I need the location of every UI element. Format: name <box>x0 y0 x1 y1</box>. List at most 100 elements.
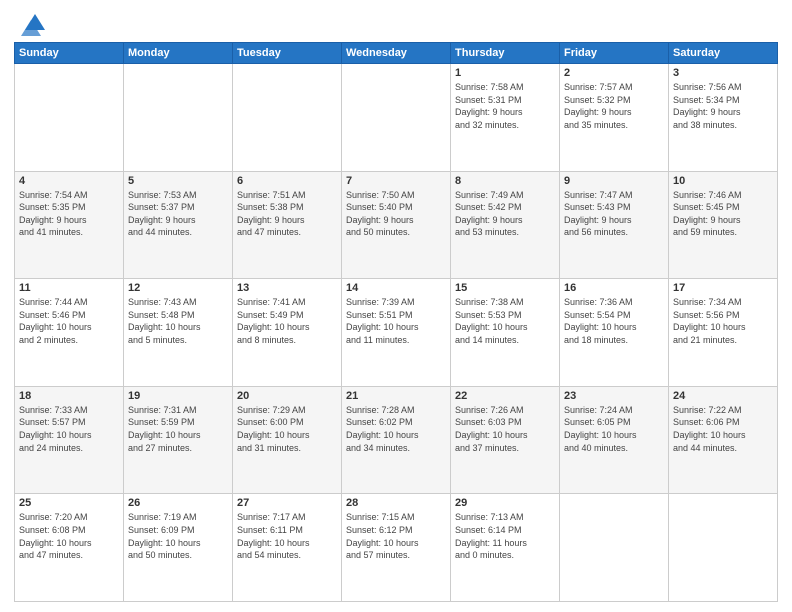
calendar-cell: 12 Sunrise: 7:43 AM Sunset: 5:48 PM Dayli… <box>124 279 233 387</box>
day-info: Sunrise: 7:22 AM Sunset: 6:06 PM Dayligh… <box>673 404 773 454</box>
col-monday: Monday <box>124 43 233 64</box>
calendar-cell: 26 Sunrise: 7:19 AM Sunset: 6:09 PM Dayli… <box>124 494 233 602</box>
day-info: Sunrise: 7:38 AM Sunset: 5:53 PM Dayligh… <box>455 296 555 346</box>
calendar-cell: 4 Sunrise: 7:54 AM Sunset: 5:35 PM Daylig… <box>15 171 124 279</box>
calendar-cell <box>233 64 342 172</box>
day-info: Sunrise: 7:50 AM Sunset: 5:40 PM Dayligh… <box>346 189 446 239</box>
calendar-cell: 10 Sunrise: 7:46 AM Sunset: 5:45 PM Dayli… <box>669 171 778 279</box>
day-number: 8 <box>455 175 555 187</box>
day-number: 14 <box>346 282 446 294</box>
calendar-cell: 7 Sunrise: 7:50 AM Sunset: 5:40 PM Daylig… <box>342 171 451 279</box>
calendar-cell <box>669 494 778 602</box>
day-info: Sunrise: 7:54 AM Sunset: 5:35 PM Dayligh… <box>19 189 119 239</box>
logo-text <box>14 14 45 36</box>
day-number: 1 <box>455 67 555 79</box>
day-number: 5 <box>128 175 228 187</box>
day-number: 6 <box>237 175 337 187</box>
day-info: Sunrise: 7:56 AM Sunset: 5:34 PM Dayligh… <box>673 81 773 131</box>
day-number: 21 <box>346 390 446 402</box>
calendar-cell: 18 Sunrise: 7:33 AM Sunset: 5:57 PM Dayli… <box>15 386 124 494</box>
day-number: 17 <box>673 282 773 294</box>
day-number: 25 <box>19 497 119 509</box>
day-info: Sunrise: 7:41 AM Sunset: 5:49 PM Dayligh… <box>237 296 337 346</box>
day-number: 20 <box>237 390 337 402</box>
day-number: 29 <box>455 497 555 509</box>
day-number: 12 <box>128 282 228 294</box>
calendar-cell: 19 Sunrise: 7:31 AM Sunset: 5:59 PM Dayli… <box>124 386 233 494</box>
calendar-cell: 9Sunrise: 7:47 AM Sunset: 5:43 PM Daylig… <box>560 171 669 279</box>
col-friday: Friday <box>560 43 669 64</box>
day-info: Sunrise: 7:46 AM Sunset: 5:45 PM Dayligh… <box>673 189 773 239</box>
calendar-table: Sunday Monday Tuesday Wednesday Thursday… <box>14 42 778 602</box>
calendar-week-3: 18 Sunrise: 7:33 AM Sunset: 5:57 PM Dayli… <box>15 386 778 494</box>
calendar-week-2: 11 Sunrise: 7:44 AM Sunset: 5:46 PM Dayli… <box>15 279 778 387</box>
day-number: 28 <box>346 497 446 509</box>
day-info: Sunrise: 7:36 AM Sunset: 5:54 PM Dayligh… <box>564 296 664 346</box>
day-info: Sunrise: 7:31 AM Sunset: 5:59 PM Dayligh… <box>128 404 228 454</box>
col-tuesday: Tuesday <box>233 43 342 64</box>
day-info: Sunrise: 7:33 AM Sunset: 5:57 PM Dayligh… <box>19 404 119 454</box>
day-number: 11 <box>19 282 119 294</box>
calendar-cell <box>342 64 451 172</box>
calendar-cell: 23 Sunrise: 7:24 AM Sunset: 6:05 PM Dayli… <box>560 386 669 494</box>
day-info: Sunrise: 7:19 AM Sunset: 6:09 PM Dayligh… <box>128 511 228 561</box>
calendar-header-row: Sunday Monday Tuesday Wednesday Thursday… <box>15 43 778 64</box>
calendar-cell: 3 Sunrise: 7:56 AM Sunset: 5:34 PM Daylig… <box>669 64 778 172</box>
calendar-cell: 20 Sunrise: 7:29 AM Sunset: 6:00 PM Dayli… <box>233 386 342 494</box>
calendar-cell: 13 Sunrise: 7:41 AM Sunset: 5:49 PM Dayli… <box>233 279 342 387</box>
day-number: 27 <box>237 497 337 509</box>
col-thursday: Thursday <box>451 43 560 64</box>
calendar-cell: 11 Sunrise: 7:44 AM Sunset: 5:46 PM Dayli… <box>15 279 124 387</box>
day-number: 7 <box>346 175 446 187</box>
calendar-cell: 6 Sunrise: 7:51 AM Sunset: 5:38 PM Daylig… <box>233 171 342 279</box>
calendar-week-4: 25Sunrise: 7:20 AM Sunset: 6:08 PM Dayli… <box>15 494 778 602</box>
day-number: 18 <box>19 390 119 402</box>
calendar-cell: 29Sunrise: 7:13 AM Sunset: 6:14 PM Dayli… <box>451 494 560 602</box>
day-number: 16 <box>564 282 664 294</box>
day-number: 22 <box>455 390 555 402</box>
calendar-week-0: 1 Sunrise: 7:58 AM Sunset: 5:31 PM Daylig… <box>15 64 778 172</box>
day-number: 13 <box>237 282 337 294</box>
calendar-cell: 2Sunrise: 7:57 AM Sunset: 5:32 PM Daylig… <box>560 64 669 172</box>
col-saturday: Saturday <box>669 43 778 64</box>
day-number: 4 <box>19 175 119 187</box>
calendar-cell <box>560 494 669 602</box>
day-info: Sunrise: 7:58 AM Sunset: 5:31 PM Dayligh… <box>455 81 555 131</box>
day-number: 10 <box>673 175 773 187</box>
calendar-cell: 15Sunrise: 7:38 AM Sunset: 5:53 PM Dayli… <box>451 279 560 387</box>
day-number: 26 <box>128 497 228 509</box>
calendar-cell: 8 Sunrise: 7:49 AM Sunset: 5:42 PM Daylig… <box>451 171 560 279</box>
day-info: Sunrise: 7:44 AM Sunset: 5:46 PM Dayligh… <box>19 296 119 346</box>
calendar-cell: 1 Sunrise: 7:58 AM Sunset: 5:31 PM Daylig… <box>451 64 560 172</box>
calendar-cell: 28 Sunrise: 7:15 AM Sunset: 6:12 PM Dayli… <box>342 494 451 602</box>
logo-icon <box>17 10 45 36</box>
day-number: 9 <box>564 175 664 187</box>
calendar-cell <box>124 64 233 172</box>
day-info: Sunrise: 7:24 AM Sunset: 6:05 PM Dayligh… <box>564 404 664 454</box>
col-wednesday: Wednesday <box>342 43 451 64</box>
day-info: Sunrise: 7:51 AM Sunset: 5:38 PM Dayligh… <box>237 189 337 239</box>
day-info: Sunrise: 7:43 AM Sunset: 5:48 PM Dayligh… <box>128 296 228 346</box>
page: Sunday Monday Tuesday Wednesday Thursday… <box>0 0 792 612</box>
day-number: 2 <box>564 67 664 79</box>
day-info: Sunrise: 7:34 AM Sunset: 5:56 PM Dayligh… <box>673 296 773 346</box>
calendar-cell: 22 Sunrise: 7:26 AM Sunset: 6:03 PM Dayli… <box>451 386 560 494</box>
day-info: Sunrise: 7:39 AM Sunset: 5:51 PM Dayligh… <box>346 296 446 346</box>
calendar-cell: 25Sunrise: 7:20 AM Sunset: 6:08 PM Dayli… <box>15 494 124 602</box>
day-number: 3 <box>673 67 773 79</box>
calendar-cell: 21 Sunrise: 7:28 AM Sunset: 6:02 PM Dayli… <box>342 386 451 494</box>
day-info: Sunrise: 7:28 AM Sunset: 6:02 PM Dayligh… <box>346 404 446 454</box>
day-number: 23 <box>564 390 664 402</box>
day-info: Sunrise: 7:49 AM Sunset: 5:42 PM Dayligh… <box>455 189 555 239</box>
day-info: Sunrise: 7:53 AM Sunset: 5:37 PM Dayligh… <box>128 189 228 239</box>
day-info: Sunrise: 7:15 AM Sunset: 6:12 PM Dayligh… <box>346 511 446 561</box>
day-number: 19 <box>128 390 228 402</box>
day-info: Sunrise: 7:26 AM Sunset: 6:03 PM Dayligh… <box>455 404 555 454</box>
day-number: 24 <box>673 390 773 402</box>
calendar-cell: 16 Sunrise: 7:36 AM Sunset: 5:54 PM Dayli… <box>560 279 669 387</box>
calendar-week-1: 4 Sunrise: 7:54 AM Sunset: 5:35 PM Daylig… <box>15 171 778 279</box>
calendar-cell <box>15 64 124 172</box>
day-info: Sunrise: 7:17 AM Sunset: 6:11 PM Dayligh… <box>237 511 337 561</box>
day-info: Sunrise: 7:29 AM Sunset: 6:00 PM Dayligh… <box>237 404 337 454</box>
calendar-cell: 17 Sunrise: 7:34 AM Sunset: 5:56 PM Dayli… <box>669 279 778 387</box>
